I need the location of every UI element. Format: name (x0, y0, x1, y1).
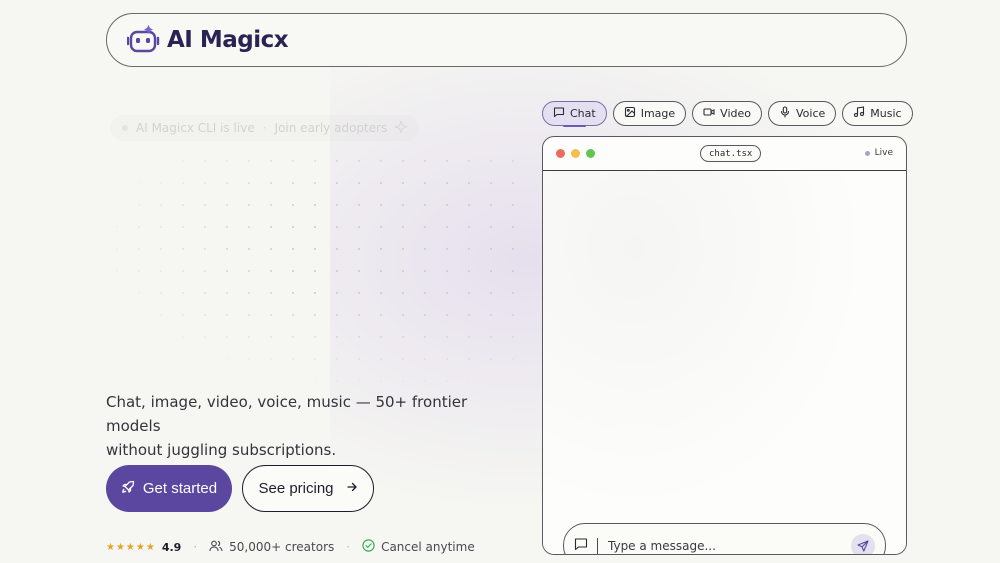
model-tabs: Chat Image Video Voice Music (542, 101, 913, 127)
separator: · (193, 540, 198, 554)
social-proof: ★★★★★ 4.9 · 50,000+ creators · Cancel an… (106, 538, 475, 556)
tab-label: Music (870, 107, 902, 120)
filename-badge: chat.tsx (700, 145, 762, 162)
star-rating-icon: ★★★★★ (106, 541, 156, 553)
rating: ★★★★★ 4.9 (106, 541, 181, 554)
announcement-pill[interactable]: AI Magicx CLI is live · Join early adopt… (110, 115, 419, 141)
message-composer (563, 523, 886, 554)
see-pricing-label: See pricing (258, 480, 334, 497)
live-indicator: Live (864, 148, 893, 158)
brand-name: AI Magicx (167, 27, 289, 53)
send-icon (857, 540, 869, 552)
divider (597, 537, 598, 554)
message-square-icon (574, 536, 588, 554)
announcement-text: AI Magicx CLI is live (136, 121, 255, 135)
tab-label: Voice (796, 107, 826, 120)
cancel-text: Cancel anytime (381, 540, 475, 554)
separator: · (346, 540, 351, 554)
live-dot-icon (864, 150, 870, 156)
maximize-dot-icon[interactable] (586, 149, 595, 158)
site-header: AI Magicx (106, 13, 907, 67)
tab-label: Video (720, 107, 751, 120)
message-input[interactable] (608, 538, 838, 553)
rating-value: 4.9 (161, 540, 182, 554)
cancel-anytime: Cancel anytime (362, 539, 475, 555)
chat-preview-window: chat.tsx Live (542, 136, 907, 555)
tab-label: Image (640, 107, 676, 120)
rocket-icon (121, 480, 135, 498)
window-titlebar: chat.tsx Live (543, 137, 906, 171)
check-circle-icon (362, 539, 375, 555)
microphone-icon (779, 106, 791, 121)
chat-message-area (543, 171, 906, 554)
video-icon (703, 106, 715, 121)
image-icon (624, 106, 636, 121)
tab-voice[interactable]: Voice (768, 101, 837, 126)
tab-video[interactable]: Video (692, 101, 762, 126)
message-square-icon (553, 106, 565, 121)
see-pricing-button[interactable]: See pricing (242, 465, 374, 512)
sparkle-icon (393, 118, 410, 136)
music-note-icon (853, 106, 865, 121)
brand-logo-link[interactable]: AI Magicx (127, 23, 289, 57)
robot-logo-icon (127, 25, 160, 53)
get-started-label: Get started (142, 480, 218, 497)
tab-image[interactable]: Image (612, 101, 687, 126)
status-dot (122, 125, 128, 131)
minimize-dot-icon[interactable] (571, 149, 580, 158)
close-dot-icon[interactable] (556, 149, 565, 158)
get-started-button[interactable]: Get started (106, 465, 232, 512)
creators-count: 50,000+ creators (209, 540, 334, 555)
dot-grid-decoration (106, 150, 531, 390)
arrow-right-icon (346, 480, 358, 497)
tagline-line-2: without juggling subscriptions. (106, 441, 337, 459)
hero-tagline: Chat, image, video, voice, music — 50+ f… (106, 390, 516, 462)
announcement-cta: Join early adopters (274, 121, 388, 135)
tab-music[interactable]: Music (842, 101, 913, 126)
tab-chat[interactable]: Chat (542, 101, 607, 127)
tab-label: Chat (570, 107, 596, 120)
send-button[interactable] (851, 534, 875, 554)
tagline-line-1: Chat, image, video, voice, music — 50+ f… (106, 393, 468, 435)
live-label: Live (874, 148, 893, 158)
creators-text: 50,000+ creators (229, 540, 335, 554)
separator: · (262, 121, 267, 135)
users-icon (209, 540, 223, 555)
